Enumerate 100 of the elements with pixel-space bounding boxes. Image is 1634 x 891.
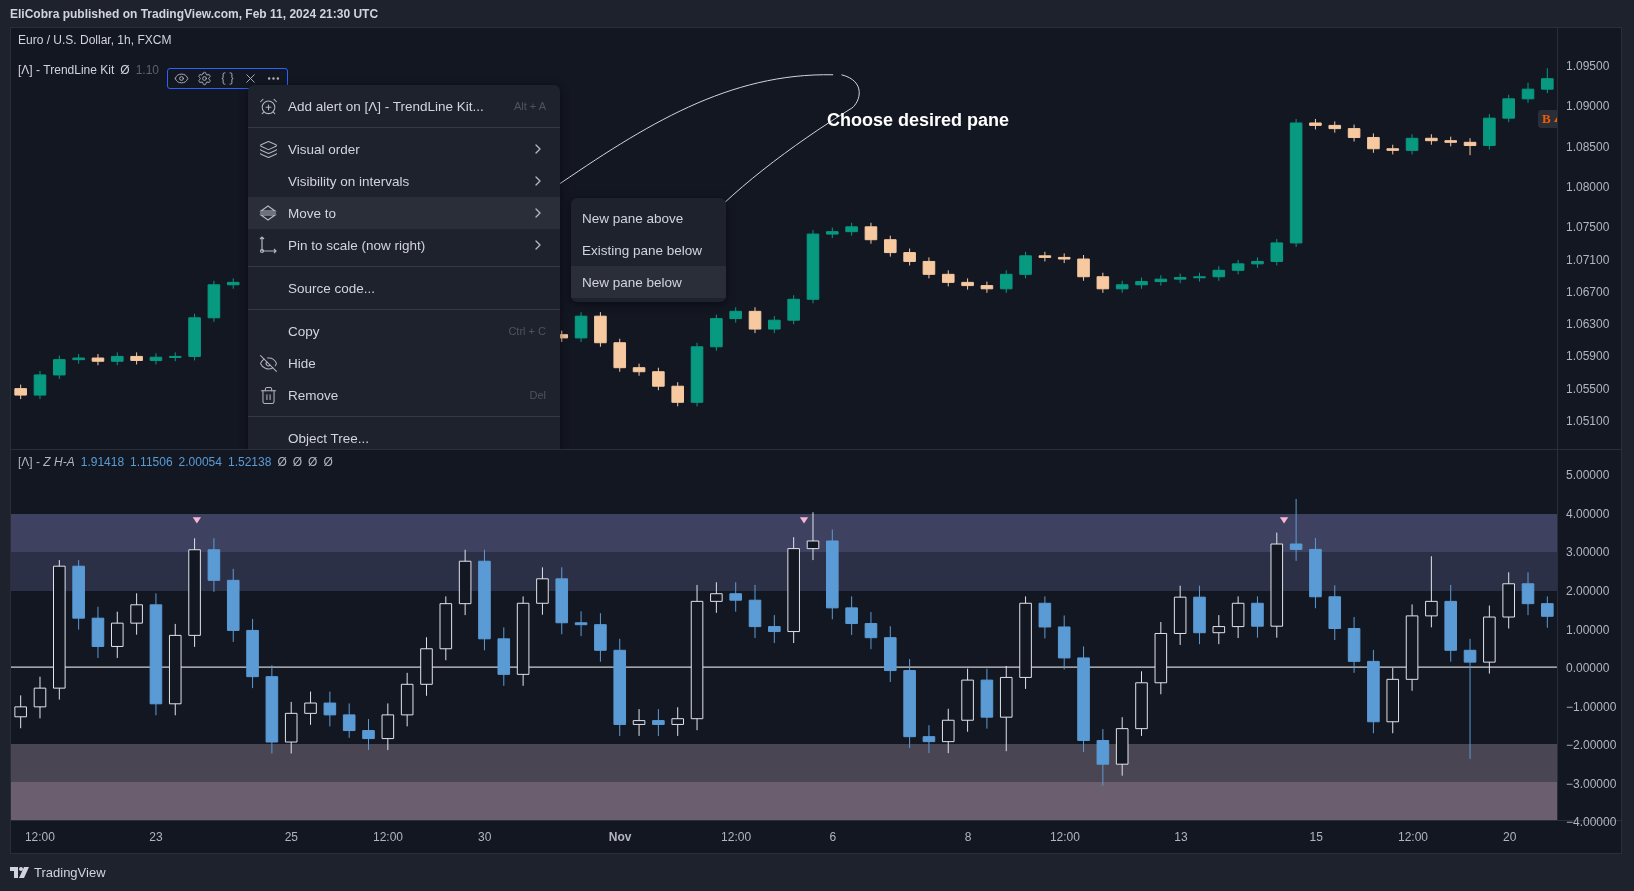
axes-arrow-icon — [258, 235, 278, 255]
signal-letter: B — [1542, 111, 1551, 127]
candlestick — [110, 611, 124, 659]
value-label: −4.00000 — [1566, 815, 1617, 830]
submenu-item[interactable]: New pane above — [571, 202, 726, 234]
candlestick — [1038, 595, 1052, 639]
submenu-item[interactable]: New pane below — [571, 266, 726, 298]
indicator-value: Ø — [308, 455, 318, 469]
peak-marker-icon — [799, 517, 809, 524]
candlestick — [1425, 555, 1438, 628]
candlestick — [632, 363, 646, 377]
menu-item[interactable]: Move to — [248, 197, 560, 229]
time-label: 8 — [964, 830, 972, 844]
candlestick — [999, 269, 1013, 294]
candlestick — [323, 691, 337, 727]
price-label: 1.06300 — [1566, 317, 1610, 332]
time-label: 15 — [1309, 830, 1323, 844]
candlestick — [1521, 571, 1535, 616]
value-label: −2.00000 — [1566, 738, 1617, 753]
menu-item[interactable]: Hide — [248, 347, 560, 379]
price-label: 1.05900 — [1566, 349, 1610, 364]
indicator-name[interactable]: [Λ] - TrendLine Kit — [18, 62, 115, 77]
candlestick — [1521, 82, 1535, 104]
candlestick — [922, 724, 936, 754]
price-label: 1.09000 — [1566, 99, 1610, 114]
candlestick — [130, 592, 143, 636]
close-icon[interactable] — [243, 71, 258, 86]
price-label: 1.09500 — [1566, 58, 1610, 73]
price-label: 1.08500 — [1566, 139, 1610, 154]
settings-icon[interactable] — [197, 71, 212, 86]
indicator-value: Ø — [292, 455, 303, 469]
time-label: 6 — [829, 830, 837, 844]
candlestick — [883, 235, 897, 258]
candlestick — [671, 381, 685, 407]
candlestick — [845, 595, 858, 636]
value-label: 5.00000 — [1566, 468, 1610, 483]
candlestick — [304, 691, 317, 726]
value-label: −1.00000 — [1566, 699, 1617, 714]
menu-item[interactable]: Pin to scale (now right) — [248, 229, 560, 261]
time-label: 12:00 — [1397, 830, 1428, 844]
candlestick — [1077, 254, 1090, 282]
candlestick — [381, 702, 395, 751]
eye-icon[interactable] — [174, 71, 189, 86]
up-down-arrows-icon — [258, 203, 278, 223]
candlestick — [787, 294, 800, 325]
crossed-eye-icon — [258, 353, 278, 373]
candlestick — [1405, 133, 1419, 155]
trash-icon — [258, 385, 278, 405]
candlestick — [922, 256, 936, 279]
value-label: −3.00000 — [1566, 776, 1617, 791]
candlestick — [1541, 595, 1554, 629]
candlestick — [980, 281, 994, 294]
time-label: 30 — [478, 830, 492, 844]
indicator-name[interactable]: [Λ] - Z H-A — [18, 455, 75, 469]
candlestick — [748, 306, 762, 334]
candlestick — [14, 694, 27, 729]
menu-item[interactable]: Object Tree... — [248, 422, 560, 449]
candlestick — [1038, 251, 1052, 262]
candlestick — [1367, 132, 1380, 154]
time-label: Nov — [608, 830, 632, 844]
time-label: 23 — [149, 830, 163, 844]
braces-icon[interactable] — [220, 71, 235, 86]
candlestick — [362, 718, 375, 751]
brand-name: TradingView — [34, 864, 106, 880]
menu-item[interactable]: Source code... — [248, 272, 560, 304]
indicator-value: 1.91418 — [80, 455, 125, 469]
annotation-text: Choose desired pane — [827, 110, 1010, 131]
candlestick — [1231, 595, 1245, 639]
submenu-item[interactable]: Existing pane below — [571, 234, 726, 266]
time-label: 12:00 — [373, 830, 404, 844]
candlestick — [574, 311, 588, 343]
candlestick — [729, 581, 742, 613]
time-label: 20 — [1503, 830, 1517, 844]
indicator-value: Ø — [323, 455, 333, 469]
indicator-value: 2.00054 — [178, 455, 222, 469]
value-label: 4.00000 — [1566, 506, 1610, 521]
peak-marker-icon — [1279, 517, 1289, 524]
candlestick — [342, 702, 356, 739]
indicator-value: 1.10 — [135, 62, 159, 77]
indicator-value: 1.52138 — [228, 455, 272, 469]
price-label: 1.07100 — [1566, 252, 1610, 267]
menu-item[interactable]: Visual order — [248, 133, 560, 165]
candlestick — [1541, 67, 1554, 94]
candlestick — [941, 708, 955, 754]
price-label: 1.05100 — [1566, 413, 1610, 428]
price-label: 1.08000 — [1566, 179, 1610, 194]
value-label: 1.00000 — [1566, 622, 1610, 637]
price-label: 1.07500 — [1566, 220, 1610, 235]
menu-item[interactable]: Visibility on intervals — [248, 165, 560, 197]
indicator-value: Ø — [120, 62, 130, 77]
candlestick — [1463, 137, 1477, 156]
candlestick — [149, 352, 163, 365]
value-label: 3.00000 — [1566, 545, 1610, 560]
candlestick — [671, 706, 685, 737]
candlestick — [1212, 614, 1226, 645]
alarm-clock-icon — [258, 96, 278, 116]
time-label: 13 — [1174, 830, 1188, 844]
time-label: 25 — [284, 830, 298, 844]
price-label: 1.06700 — [1566, 284, 1610, 299]
candlestick — [574, 610, 588, 637]
